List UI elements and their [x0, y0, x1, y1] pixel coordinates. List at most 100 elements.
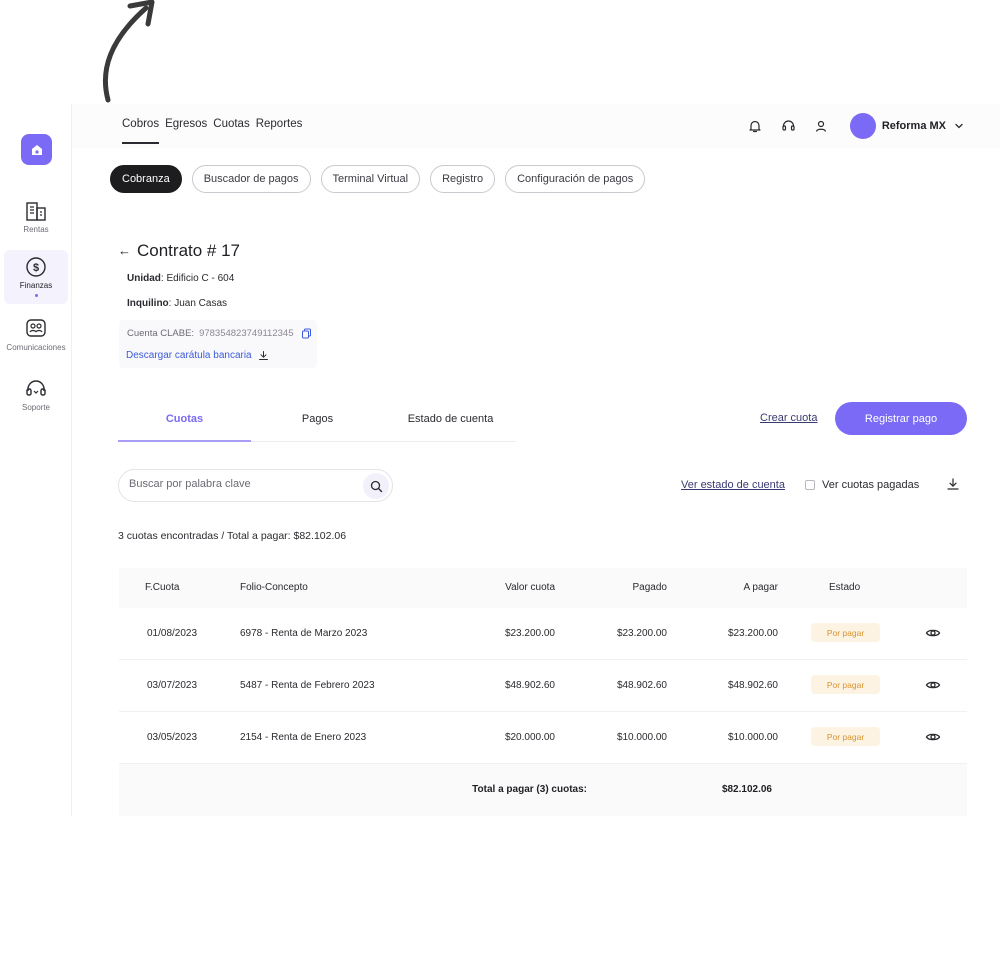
download-icon	[258, 351, 268, 360]
section-pills: Cobranza Buscador de pagos Terminal Virt…	[110, 165, 646, 193]
profile-button[interactable]	[805, 113, 838, 139]
sidebar-item-soporte[interactable]: Soporte	[4, 378, 68, 422]
pill-cobranza[interactable]: Cobranza	[110, 165, 182, 193]
col-folio-concepto: Folio-Concepto	[240, 582, 308, 593]
footer-label: Total a pagar (3) cuotas:	[472, 784, 587, 795]
back-button[interactable]: ←	[118, 243, 131, 258]
footer-total: $82.102.06	[721, 784, 772, 795]
ver-cuotas-pagadas-checkbox[interactable]	[805, 480, 815, 490]
ver-cuotas-pagadas-label[interactable]: Ver cuotas pagadas	[822, 479, 919, 491]
user-icon	[816, 120, 827, 132]
unidad-value: : Edificio C - 604	[160, 273, 235, 284]
tab-cobros[interactable]: Cobros	[122, 118, 160, 144]
ver-estado-de-cuenta-link[interactable]: Ver estado de cuenta	[681, 479, 785, 491]
table-header: F.Cuota Folio-Concepto Valor cuota Pagad…	[119, 568, 967, 608]
table-row: 03/07/2023 5487 - Renta de Febrero 2023 …	[119, 660, 967, 712]
tab-egresos[interactable]: Egresos	[165, 118, 207, 144]
chevron-down-icon	[955, 123, 963, 129]
cell-fecha: 03/07/2023	[147, 680, 198, 691]
bell-icon	[749, 120, 761, 133]
dollar-circle-icon: $	[26, 257, 46, 277]
cell-valor: $20.000.00	[504, 732, 555, 743]
sidebar-item-comunicaciones[interactable]: Comunicaciones	[4, 318, 68, 362]
col-a-pagar: A pagar	[743, 582, 778, 593]
status-badge: Por pagar	[811, 727, 880, 746]
support-button[interactable]	[772, 113, 805, 139]
sidebar-item-label: Comunicaciones	[6, 343, 66, 352]
search-box	[118, 469, 393, 502]
cell-fecha: 03/05/2023	[147, 732, 198, 743]
cell-fecha: 01/08/2023	[147, 628, 198, 639]
unidad-label: Unidad	[127, 273, 161, 284]
copy-icon[interactable]	[301, 328, 312, 339]
tab-cuotas[interactable]: Cuotas	[213, 118, 249, 144]
avatar[interactable]	[849, 113, 876, 139]
registrar-pago-button[interactable]: Registrar pago	[835, 402, 967, 435]
sidebar: Rentas $ Finanzas Comunicaciones Soporte	[0, 104, 72, 816]
page-title: Contrato # 17	[137, 241, 241, 260]
active-tab-underline	[118, 440, 251, 442]
clabe-value: 978354823749112345	[199, 328, 294, 339]
eye-icon[interactable]	[925, 729, 941, 745]
cell-pagado: $10.000.00	[616, 732, 667, 743]
building-icon	[26, 202, 46, 221]
cell-apagar: $48.902.60	[727, 680, 778, 691]
cell-concepto: 5487 - Renta de Febrero 2023	[240, 680, 375, 691]
top-actions: Reforma MX	[739, 113, 966, 139]
headset-icon	[26, 380, 46, 396]
table-row: 01/08/2023 6978 - Renta de Marzo 2023 $2…	[119, 608, 967, 660]
people-chat-icon	[26, 319, 46, 337]
tab-estado-de-cuenta[interactable]: Estado de cuenta	[384, 413, 517, 425]
pill-configuracion-de-pagos[interactable]: Configuración de pagos	[505, 165, 646, 193]
download-icon[interactable]	[946, 477, 960, 491]
eye-icon[interactable]	[925, 677, 941, 693]
active-indicator	[34, 294, 38, 297]
account-dropdown[interactable]	[954, 120, 966, 132]
home-lock-icon	[31, 144, 42, 155]
tab-reportes[interactable]: Reportes	[256, 118, 303, 144]
cell-pagado: $23.200.00	[616, 628, 667, 639]
cell-concepto: 6978 - Renta de Marzo 2023	[240, 628, 368, 639]
cell-apagar: $10.000.00	[727, 732, 778, 743]
app-logo[interactable]	[21, 134, 52, 165]
svg-text:$: $	[33, 262, 39, 274]
pill-registro[interactable]: Registro	[430, 165, 496, 193]
sidebar-item-rentas[interactable]: Rentas	[4, 196, 68, 240]
content-tabs: Cuotas Pagos Estado de cuenta	[118, 405, 516, 442]
pill-terminal-virtual[interactable]: Terminal Virtual	[320, 165, 421, 193]
status-badge: Por pagar	[811, 675, 880, 694]
inquilino-info: Inquilino: Juan Casas	[127, 298, 227, 309]
tab-pagos[interactable]: Pagos	[251, 413, 384, 425]
annotation-arrow-icon	[102, 0, 155, 103]
download-bank-statement-link[interactable]: Descargar carátula bancaria	[126, 350, 269, 361]
cell-concepto: 2154 - Renta de Enero 2023	[240, 732, 367, 743]
inquilino-label: Inquilino	[127, 298, 169, 309]
headset-icon	[782, 120, 795, 131]
sidebar-item-label: Soporte	[21, 403, 51, 412]
col-fcuota: F.Cuota	[145, 582, 180, 593]
clabe-box: Cuenta CLABE: 978354823749112345 Descarg…	[119, 320, 317, 368]
table-row: 03/05/2023 2154 - Renta de Enero 2023 $2…	[119, 712, 967, 764]
search-button[interactable]	[363, 473, 389, 499]
table-footer: Total a pagar (3) cuotas: $82.102.06	[119, 764, 967, 816]
account-name[interactable]: Reforma MX	[882, 120, 946, 132]
tab-cuotas-content[interactable]: Cuotas	[118, 413, 251, 425]
unidad-info: Unidad: Edificio C - 604	[127, 273, 234, 284]
notifications-button[interactable]	[739, 113, 772, 139]
results-summary: 3 cuotas encontradas / Total a pagar: $8…	[118, 530, 347, 542]
col-estado: Estado	[829, 582, 861, 593]
eye-icon[interactable]	[925, 625, 941, 641]
cuotas-table: F.Cuota Folio-Concepto Valor cuota Pagad…	[119, 568, 967, 816]
sidebar-item-finanzas[interactable]: $ Finanzas	[4, 250, 68, 304]
cell-pagado: $48.902.60	[616, 680, 667, 691]
search-input[interactable]	[129, 478, 349, 490]
inquilino-value: : Juan Casas	[168, 298, 228, 309]
search-icon	[370, 480, 382, 492]
clabe-row: Cuenta CLABE: 978354823749112345	[127, 328, 312, 339]
pill-buscador-de-pagos[interactable]: Buscador de pagos	[191, 165, 311, 193]
cell-valor: $48.902.60	[504, 680, 555, 691]
top-bar: Cobros Egresos Cuotas Reportes Reforma M…	[72, 104, 1000, 148]
cell-apagar: $23.200.00	[727, 628, 778, 639]
top-tabs: Cobros Egresos Cuotas Reportes	[122, 118, 302, 144]
crear-cuota-link[interactable]: Crear cuota	[760, 412, 817, 424]
